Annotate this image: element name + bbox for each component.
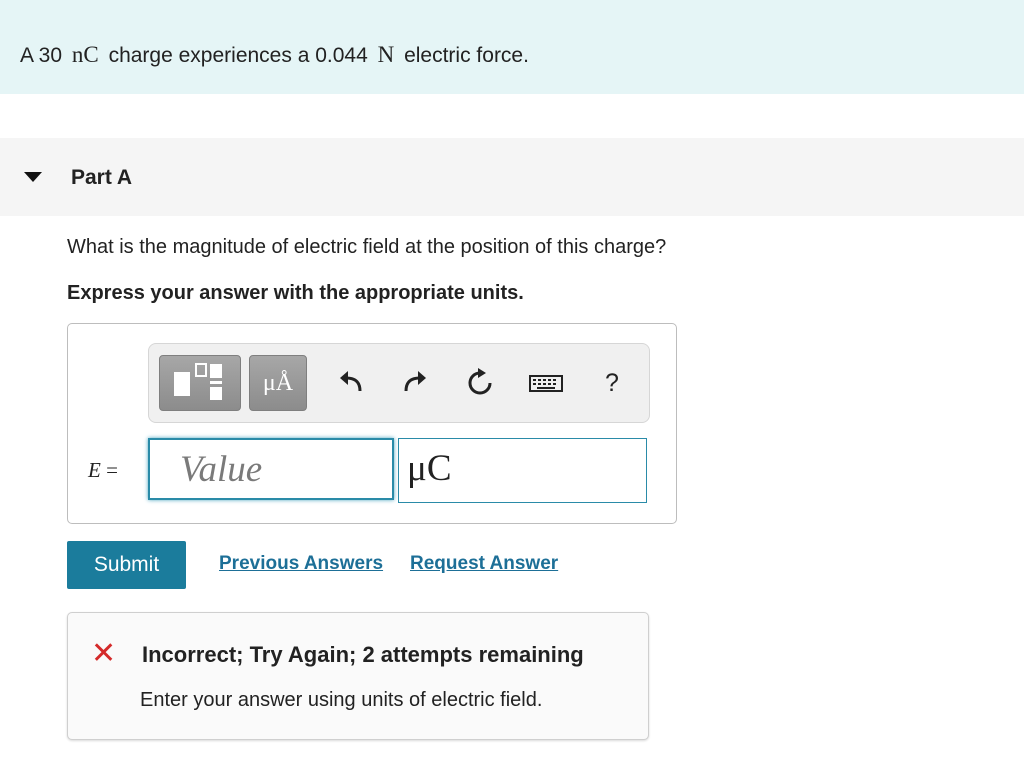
unit-input[interactable]: μC — [398, 438, 647, 503]
problem-middle: charge experiences a 0.044 — [108, 44, 368, 67]
feedback-title: Incorrect; Try Again; 2 attempts remaini… — [142, 642, 584, 667]
templates-icon — [174, 363, 222, 400]
help-button[interactable]: ? — [598, 367, 626, 399]
redo-icon[interactable] — [400, 367, 430, 399]
value-input[interactable] — [148, 438, 394, 500]
question-text: What is the magnitude of electric field … — [67, 236, 667, 258]
problem-suffix: electric force. — [404, 44, 529, 67]
reset-icon[interactable] — [464, 367, 496, 399]
problem-statement: A 30 nC charge experiences a 0.044 N ele… — [20, 42, 529, 68]
templates-button[interactable] — [159, 355, 241, 411]
incorrect-x-icon: ✕ — [91, 637, 117, 670]
feedback-box — [67, 612, 649, 740]
submit-button[interactable]: Submit — [67, 541, 186, 589]
part-header[interactable] — [0, 138, 1024, 216]
units-button[interactable]: μÅ — [249, 355, 307, 411]
undo-icon[interactable] — [336, 367, 366, 399]
keyboard-icon[interactable] — [528, 367, 564, 399]
problem-prefix: A 30 — [20, 44, 63, 67]
request-answer-link[interactable]: Request Answer — [410, 553, 558, 575]
part-title[interactable]: Part A — [71, 166, 132, 190]
force-unit: N — [377, 42, 395, 67]
charge-unit: nC — [71, 42, 99, 67]
equals-sign: = — [106, 458, 118, 482]
collapse-triangle-icon[interactable] — [24, 172, 42, 182]
feedback-message: Enter your answer using units of electri… — [140, 689, 543, 711]
previous-answers-link[interactable]: Previous Answers — [219, 553, 383, 575]
variable-symbol: E — [88, 458, 101, 482]
instruction-text: Express your answer with the appropriate… — [67, 282, 524, 304]
answer-variable-label: E = — [88, 458, 118, 483]
